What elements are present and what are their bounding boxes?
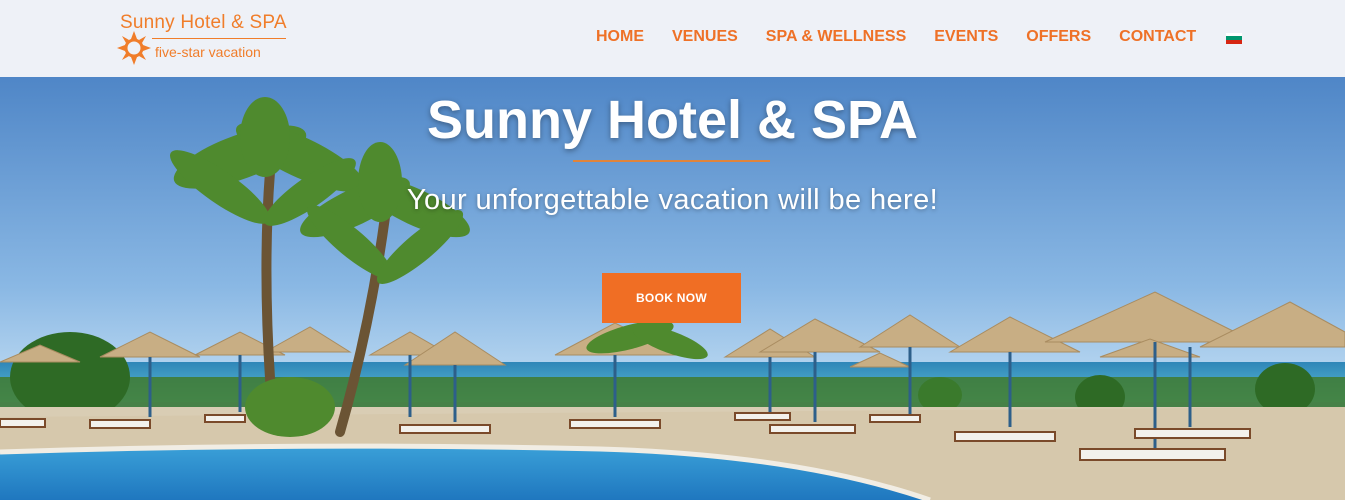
hero-subtitle: Your unforgettable vacation will be here… [406, 184, 939, 216]
nav-item-events[interactable]: EVENTS [934, 28, 998, 46]
hero-banner: Sunny Hotel & SPA Your unforgettable vac… [0, 77, 1345, 500]
bulgarian-flag-icon[interactable] [1226, 32, 1243, 44]
hero-title: Sunny Hotel & SPA [426, 90, 919, 150]
nav-item-offers[interactable]: OFFERS [1026, 28, 1091, 46]
nav-item-venues[interactable]: VENUES [672, 28, 738, 46]
nav-item-spa-wellness[interactable]: SPA & WELLNESS [766, 28, 906, 46]
hero-divider [573, 160, 770, 162]
site-header: Sunny Hotel & SPA five-star vacation HOM… [0, 0, 1345, 77]
main-nav: HOME VENUES SPA & WELLNESS EVENTS OFFERS… [596, 28, 1243, 46]
nav-item-home[interactable]: HOME [596, 28, 644, 46]
nav-item-contact[interactable]: CONTACT [1119, 28, 1196, 46]
logo-tagline: five-star vacation [155, 44, 261, 60]
book-now-button[interactable]: BOOK NOW [602, 273, 741, 323]
logo-divider [152, 38, 286, 39]
logo[interactable]: Sunny Hotel & SPA five-star vacation [116, 10, 316, 68]
sun-icon [117, 31, 151, 65]
